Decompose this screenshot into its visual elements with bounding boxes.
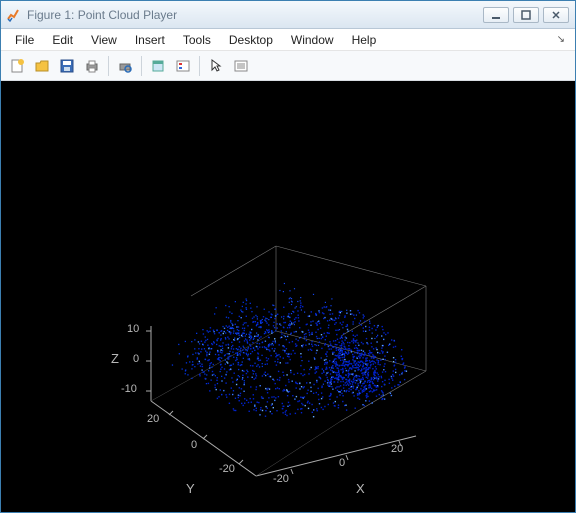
- y-tick: 0: [191, 439, 197, 451]
- title-bar[interactable]: Figure 1: Point Cloud Player: [1, 1, 575, 29]
- pointer-button[interactable]: [204, 54, 228, 78]
- plot-canvas[interactable]: Z Y X 10 0 -10 20 0 -20 -20 0 20: [1, 81, 575, 512]
- x-axis-label: X: [356, 481, 365, 496]
- x-tick: 0: [339, 457, 345, 469]
- toolbar-separator: [141, 56, 142, 76]
- menu-edit[interactable]: Edit: [44, 31, 81, 49]
- menu-tools[interactable]: Tools: [175, 31, 219, 49]
- figure-window: Figure 1: Point Cloud Player File Edit V…: [0, 0, 576, 513]
- z-tick: 0: [133, 353, 139, 365]
- z-tick: 10: [127, 323, 139, 335]
- toolbar-separator: [108, 56, 109, 76]
- print-button[interactable]: [80, 54, 104, 78]
- window-title: Figure 1: Point Cloud Player: [27, 8, 483, 22]
- new-figure-button[interactable]: [5, 54, 29, 78]
- menu-desktop[interactable]: Desktop: [221, 31, 281, 49]
- menu-bar: File Edit View Insert Tools Desktop Wind…: [1, 29, 575, 51]
- close-button[interactable]: [543, 7, 569, 23]
- menu-help[interactable]: Help: [344, 31, 385, 49]
- menu-file[interactable]: File: [7, 31, 42, 49]
- toolbar-overflow-icon[interactable]: ↘: [557, 34, 569, 45]
- toolbar: [1, 51, 575, 81]
- x-tick: -20: [273, 473, 289, 485]
- menu-insert[interactable]: Insert: [127, 31, 173, 49]
- save-button[interactable]: [55, 54, 79, 78]
- z-axis-label: Z: [111, 351, 119, 366]
- toolbar-separator: [199, 56, 200, 76]
- y-axis-label: Y: [186, 481, 195, 496]
- menu-window[interactable]: Window: [283, 31, 342, 49]
- pointcloud-svg: [91, 191, 481, 511]
- open-button[interactable]: [30, 54, 54, 78]
- matlab-logo-icon: [5, 7, 21, 23]
- x-tick: 20: [391, 443, 403, 455]
- minimize-button[interactable]: [483, 7, 509, 23]
- y-tick: -20: [219, 463, 235, 475]
- z-tick: -10: [121, 383, 137, 395]
- menu-view[interactable]: View: [83, 31, 125, 49]
- properties-button[interactable]: [229, 54, 253, 78]
- y-tick: 20: [147, 413, 159, 425]
- axes-3d[interactable]: Z Y X 10 0 -10 20 0 -20 -20 0 20: [91, 191, 481, 511]
- maximize-button[interactable]: [513, 7, 539, 23]
- legend-button[interactable]: [171, 54, 195, 78]
- window-controls: [483, 7, 569, 23]
- print-preview-button[interactable]: [113, 54, 137, 78]
- dock-button[interactable]: [146, 54, 170, 78]
